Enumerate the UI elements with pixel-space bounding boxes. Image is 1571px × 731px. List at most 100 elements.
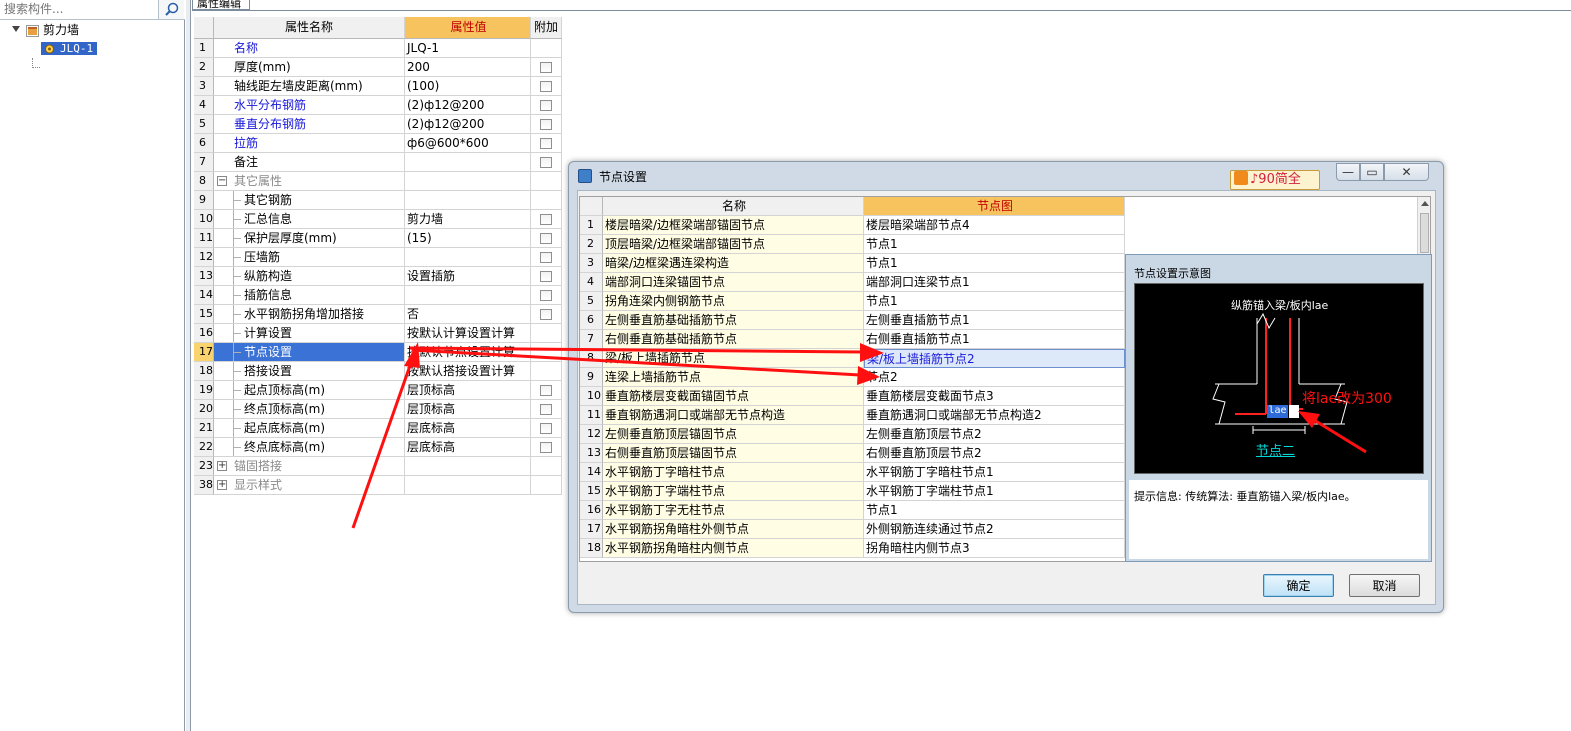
node-name[interactable]: 暗梁/边框梁遇连梁构造 bbox=[603, 254, 864, 273]
node-diagram-value[interactable]: 节点1 bbox=[864, 501, 1125, 520]
property-name[interactable]: 起点底标高(m) bbox=[214, 419, 405, 438]
property-value[interactable] bbox=[405, 172, 531, 191]
scroll-thumb[interactable] bbox=[1420, 213, 1429, 253]
property-value[interactable]: 层顶标高 bbox=[405, 381, 531, 400]
node-row[interactable]: 12 左侧垂直筋顶层锚固节点 左侧垂直筋顶层节点2 bbox=[580, 425, 1125, 444]
extra-checkbox[interactable] bbox=[540, 157, 552, 168]
property-row[interactable]: 13 纵筋构造 设置插筋 bbox=[194, 267, 563, 286]
property-value[interactable]: 层顶标高 bbox=[405, 400, 531, 419]
property-name[interactable]: 厚度(mm) bbox=[214, 58, 405, 77]
property-row[interactable]: 11 保护层厚度(mm) (15) bbox=[194, 229, 563, 248]
property-value[interactable]: 层底标高 bbox=[405, 419, 531, 438]
property-name[interactable]: 水平钢筋拐角增加搭接 bbox=[214, 305, 405, 324]
property-row[interactable]: 15 水平钢筋拐角增加搭接 否 bbox=[194, 305, 563, 324]
node-diagram-value[interactable]: 节点1 bbox=[864, 292, 1125, 311]
header-name[interactable]: 属性名称 bbox=[214, 17, 405, 39]
lae-value-tag[interactable]: lae bbox=[1267, 405, 1288, 418]
extra-checkbox[interactable] bbox=[540, 138, 552, 149]
property-value[interactable] bbox=[405, 286, 531, 305]
node-header-num[interactable] bbox=[580, 197, 603, 216]
node-diagram-value[interactable]: 梁/板上墙插筋节点2 bbox=[864, 349, 1125, 368]
cancel-button[interactable]: 取消 bbox=[1349, 574, 1420, 597]
panel-splitter[interactable] bbox=[186, 0, 191, 731]
node-row[interactable]: 16 水平钢筋丁字无柱节点 节点1 bbox=[580, 501, 1125, 520]
node-name[interactable]: 拐角连梁内侧钢筋节点 bbox=[603, 292, 864, 311]
node-name[interactable]: 左侧垂直筋基础插筋节点 bbox=[603, 311, 864, 330]
property-row[interactable]: 23 + 锚固搭接 bbox=[194, 457, 563, 476]
extra-checkbox[interactable] bbox=[540, 81, 552, 92]
extra-checkbox[interactable] bbox=[540, 271, 552, 282]
node-diagram-value[interactable]: 拐角暗柱内侧节点3 bbox=[864, 539, 1125, 558]
property-value[interactable]: 层底标高 bbox=[405, 438, 531, 457]
node-row[interactable]: 10 垂直筋楼层变截面锚固节点 垂直筋楼层变截面节点3 bbox=[580, 387, 1125, 406]
tree-node-jlq-1[interactable]: JLQ-1 bbox=[41, 40, 98, 56]
property-name[interactable]: 其它钢筋 bbox=[214, 191, 405, 210]
scroll-up-arrow-icon[interactable] bbox=[1421, 201, 1429, 206]
property-value[interactable] bbox=[405, 476, 531, 495]
property-row[interactable]: 7 备注 bbox=[194, 153, 563, 172]
maximize-button[interactable]: ▭ bbox=[1360, 163, 1384, 181]
node-diagram-value[interactable]: 外侧钢筋连续通过节点2 bbox=[864, 520, 1125, 539]
node-name[interactable]: 水平钢筋丁字暗柱节点 bbox=[603, 463, 864, 482]
collapse-minus-icon[interactable]: − bbox=[217, 176, 227, 186]
header-value[interactable]: 属性值 bbox=[405, 17, 531, 39]
node-diagram-value[interactable]: 节点1 bbox=[864, 235, 1125, 254]
property-value[interactable] bbox=[405, 153, 531, 172]
node-row[interactable]: 6 左侧垂直筋基础插筋节点 左侧垂直插筋节点1 bbox=[580, 311, 1125, 330]
property-value[interactable]: JLQ-1 bbox=[405, 39, 531, 58]
property-value[interactable] bbox=[405, 457, 531, 476]
tree-node-shear-wall[interactable]: 剪力墙 bbox=[0, 22, 185, 38]
property-value[interactable]: 按默认节点设置计算 bbox=[405, 343, 531, 362]
search-input[interactable] bbox=[2, 0, 152, 18]
property-row[interactable]: 12 压墙筋 bbox=[194, 248, 563, 267]
extra-checkbox[interactable] bbox=[540, 62, 552, 73]
property-value[interactable]: 否 bbox=[405, 305, 531, 324]
node-diagram-value[interactable]: 水平钢筋丁字暗柱节点1 bbox=[864, 463, 1125, 482]
property-name[interactable]: 名称 bbox=[214, 39, 405, 58]
node-name[interactable]: 垂直筋楼层变截面锚固节点 bbox=[603, 387, 864, 406]
property-row[interactable]: 19 起点顶标高(m) 层顶标高 bbox=[194, 381, 563, 400]
property-name[interactable]: 纵筋构造 bbox=[214, 267, 405, 286]
property-value[interactable]: 剪力墙 bbox=[405, 210, 531, 229]
node-name[interactable]: 左侧垂直筋顶层锚固节点 bbox=[603, 425, 864, 444]
node-diagram-value[interactable]: 节点2 bbox=[864, 368, 1125, 387]
node-diagram-value[interactable]: 楼层暗梁端部节点4 bbox=[864, 216, 1125, 235]
property-value[interactable] bbox=[405, 191, 531, 210]
extra-checkbox[interactable] bbox=[540, 252, 552, 263]
extra-checkbox[interactable] bbox=[540, 385, 552, 396]
property-row[interactable]: 8− 其它属性 bbox=[194, 172, 563, 191]
node-diagram-value[interactable]: 左侧垂直筋顶层节点2 bbox=[864, 425, 1125, 444]
property-row[interactable]: 22 终点底标高(m) 层底标高 bbox=[194, 438, 563, 457]
node-name[interactable]: 右侧垂直筋顶层锚固节点 bbox=[603, 444, 864, 463]
node-name[interactable]: 梁/板上墙插筋节点 bbox=[603, 349, 864, 368]
property-name[interactable]: 起点顶标高(m) bbox=[214, 381, 405, 400]
extra-checkbox[interactable] bbox=[540, 309, 552, 320]
property-row[interactable]: 3 轴线距左墙皮距离(mm) (100) bbox=[194, 77, 563, 96]
extra-checkbox[interactable] bbox=[540, 442, 552, 453]
extra-checkbox[interactable] bbox=[540, 423, 552, 434]
node-row[interactable]: 9 连梁上墙插筋节点 节点2 bbox=[580, 368, 1125, 387]
node-name[interactable]: 顶层暗梁/边框梁端部锚固节点 bbox=[603, 235, 864, 254]
node-header-name[interactable]: 名称 bbox=[603, 197, 864, 216]
expand-plus-icon[interactable]: + bbox=[217, 461, 227, 471]
property-name[interactable]: 搭接设置 bbox=[214, 362, 405, 381]
node-diagram-value[interactable]: 节点1 bbox=[864, 254, 1125, 273]
extra-checkbox[interactable] bbox=[540, 119, 552, 130]
property-name[interactable]: + 锚固搭接 bbox=[214, 457, 405, 476]
node-row[interactable]: 18 水平钢筋拐角暗柱内侧节点 拐角暗柱内侧节点3 bbox=[580, 539, 1125, 558]
property-name[interactable]: 节点设置 bbox=[214, 343, 405, 362]
property-name[interactable]: 备注 bbox=[214, 153, 405, 172]
node-row[interactable]: 14 水平钢筋丁字暗柱节点 水平钢筋丁字暗柱节点1 bbox=[580, 463, 1125, 482]
node-name[interactable]: 楼层暗梁/边框梁端部锚固节点 bbox=[603, 216, 864, 235]
property-name[interactable]: − 其它属性 bbox=[214, 172, 405, 191]
node-row[interactable]: 5 拐角连梁内侧钢筋节点 节点1 bbox=[580, 292, 1125, 311]
node-diagram-value[interactable]: 右侧垂直筋顶层节点2 bbox=[864, 444, 1125, 463]
node-row[interactable]: 13 右侧垂直筋顶层锚固节点 右侧垂直筋顶层节点2 bbox=[580, 444, 1125, 463]
node-row[interactable]: 3 暗梁/边框梁遇连梁构造 节点1 bbox=[580, 254, 1125, 273]
property-row[interactable]: 5 垂直分布钢筋 (2)ф12@200 bbox=[194, 115, 563, 134]
node-name[interactable]: 水平钢筋丁字端柱节点 bbox=[603, 482, 864, 501]
extra-checkbox[interactable] bbox=[540, 100, 552, 111]
property-name[interactable]: 拉筋 bbox=[214, 134, 405, 153]
expand-plus-icon[interactable]: + bbox=[217, 480, 227, 490]
property-value[interactable]: 设置插筋 bbox=[405, 267, 531, 286]
